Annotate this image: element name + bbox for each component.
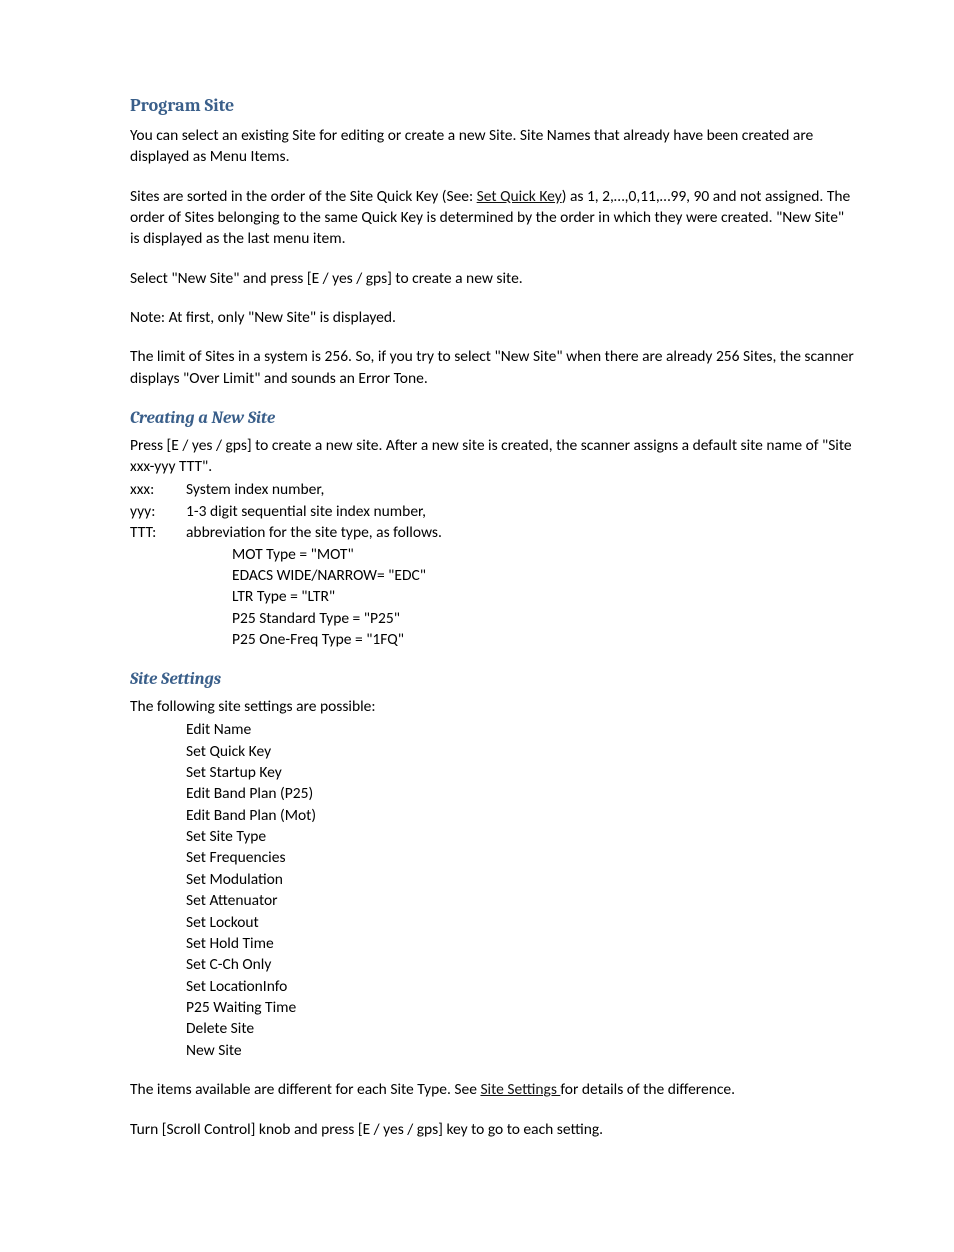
definition-label: yyy: [130,501,186,522]
paragraph-intro: You can select an existing Site for edit… [130,125,856,168]
definition-row: xxx: System index number, [130,479,856,500]
definition-value: System index number, [186,479,856,500]
definition-value: abbreviation for the site type, as follo… [186,522,856,543]
list-item: Edit Name [186,719,856,740]
heading-program-site: Program Site [130,94,856,119]
list-item: Set Modulation [186,869,856,890]
paragraph-note-first: Note: At first, only "New Site" is displ… [130,307,856,328]
paragraph-items-available: The items available are different for ea… [130,1079,856,1100]
definition-row: yyy: 1-3 digit sequential site index num… [130,501,856,522]
list-item: Edit Band Plan (P25) [186,783,856,804]
list-item: Set Hold Time [186,933,856,954]
list-item: Edit Band Plan (Mot) [186,805,856,826]
list-item: Set C-Ch Only [186,954,856,975]
text: Sites are sorted in the order of the Sit… [130,187,477,206]
list-item: Set Quick Key [186,741,856,762]
text: The items available are different for ea… [130,1080,480,1099]
definition-value: 1-3 digit sequential site index number, [186,501,856,522]
list-item: New Site [186,1040,856,1061]
list-item: MOT Type = "MOT" [232,544,856,565]
site-settings-list: Edit Name Set Quick Key Set Startup Key … [130,719,856,1061]
list-item: LTR Type = "LTR" [232,586,856,607]
list-item: Set Lockout [186,912,856,933]
list-item: Set Frequencies [186,847,856,868]
paragraph-scroll-control: Turn [Scroll Control] knob and press [E … [130,1119,856,1140]
type-abbreviation-list: MOT Type = "MOT" EDACS WIDE/NARROW= "EDC… [130,544,856,651]
paragraph-settings-intro: The following site settings are possible… [130,696,856,717]
definition-row: TTT: abbreviation for the site type, as … [130,522,856,543]
list-item: Set Startup Key [186,762,856,783]
link-set-quick-key[interactable]: Set Quick Key [477,187,562,206]
list-item: Set Attenuator [186,890,856,911]
heading-creating-new-site: Creating a New Site [130,407,856,430]
definition-label: xxx: [130,479,186,500]
list-item: P25 One-Freq Type = "1FQ" [232,629,856,650]
link-site-settings[interactable]: Site Settings [480,1080,560,1099]
paragraph-select-new-site: Select "New Site" and press [E / yes / g… [130,268,856,289]
definition-list: xxx: System index number, yyy: 1-3 digit… [130,479,856,543]
heading-site-settings: Site Settings [130,668,856,691]
list-item: Set LocationInfo [186,976,856,997]
paragraph-limit: The limit of Sites in a system is 256. S… [130,346,856,389]
list-item: Set Site Type [186,826,856,847]
paragraph-sort-order: Sites are sorted in the order of the Sit… [130,186,856,250]
paragraph-create-default-name: Press [E / yes / gps] to create a new si… [130,435,856,478]
text: for details of the difference. [560,1080,735,1099]
list-item: EDACS WIDE/NARROW= "EDC" [232,565,856,586]
list-item: Delete Site [186,1018,856,1039]
definition-label: TTT: [130,522,186,543]
list-item: P25 Waiting Time [186,997,856,1018]
list-item: P25 Standard Type = "P25" [232,608,856,629]
